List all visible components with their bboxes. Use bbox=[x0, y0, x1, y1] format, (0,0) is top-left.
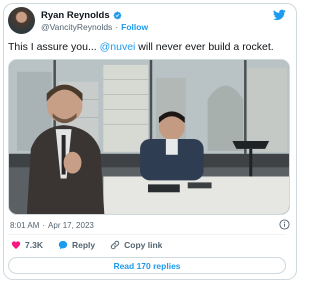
tweet-header: Ryan Reynolds @VancityReynolds · Follow bbox=[8, 7, 286, 35]
copy-link-button[interactable]: Copy link bbox=[110, 240, 162, 250]
tweet-media[interactable] bbox=[8, 59, 290, 215]
tweet-time[interactable]: 8:01 AM bbox=[10, 221, 39, 230]
like-button[interactable]: 7.3K bbox=[11, 240, 43, 250]
tweet-text-part: will never ever build a rocket. bbox=[135, 41, 274, 53]
separator: · bbox=[115, 22, 119, 32]
twitter-bird-icon[interactable] bbox=[273, 9, 286, 21]
read-replies-button[interactable]: Read 170 replies bbox=[8, 257, 286, 274]
like-count: 7.3K bbox=[25, 240, 43, 250]
link-icon bbox=[110, 240, 120, 250]
office-scene-image bbox=[9, 60, 289, 214]
author-name-row: Ryan Reynolds bbox=[41, 9, 122, 21]
verified-badge-icon bbox=[113, 11, 122, 20]
follow-button[interactable]: Follow bbox=[121, 22, 148, 32]
tweet-text-part: This I assure you... bbox=[8, 41, 100, 53]
copy-link-label: Copy link bbox=[124, 240, 163, 250]
separator: · bbox=[42, 221, 46, 230]
divider bbox=[8, 234, 286, 235]
author-display-name[interactable]: Ryan Reynolds bbox=[41, 10, 110, 21]
heart-icon bbox=[11, 241, 21, 249]
tweet-actions: 7.3K Reply Copy link bbox=[11, 240, 177, 250]
author-handle-row: @VancityReynolds · Follow bbox=[41, 22, 148, 32]
reply-bubble-icon bbox=[58, 240, 68, 250]
avatar[interactable] bbox=[8, 7, 35, 34]
reply-label: Reply bbox=[71, 240, 96, 250]
reply-button[interactable]: Reply bbox=[58, 240, 95, 250]
tweet-text: This I assure you... @nuvei will never e… bbox=[8, 40, 290, 54]
author-handle[interactable]: @VancityReynolds bbox=[41, 22, 112, 32]
tweet-date[interactable]: Apr 17, 2023 bbox=[48, 221, 94, 230]
mention-link[interactable]: @nuvei bbox=[100, 41, 136, 53]
info-icon[interactable] bbox=[279, 219, 290, 230]
tweet-timestamp[interactable]: 8:01 AM · Apr 17, 2023 bbox=[10, 221, 94, 230]
